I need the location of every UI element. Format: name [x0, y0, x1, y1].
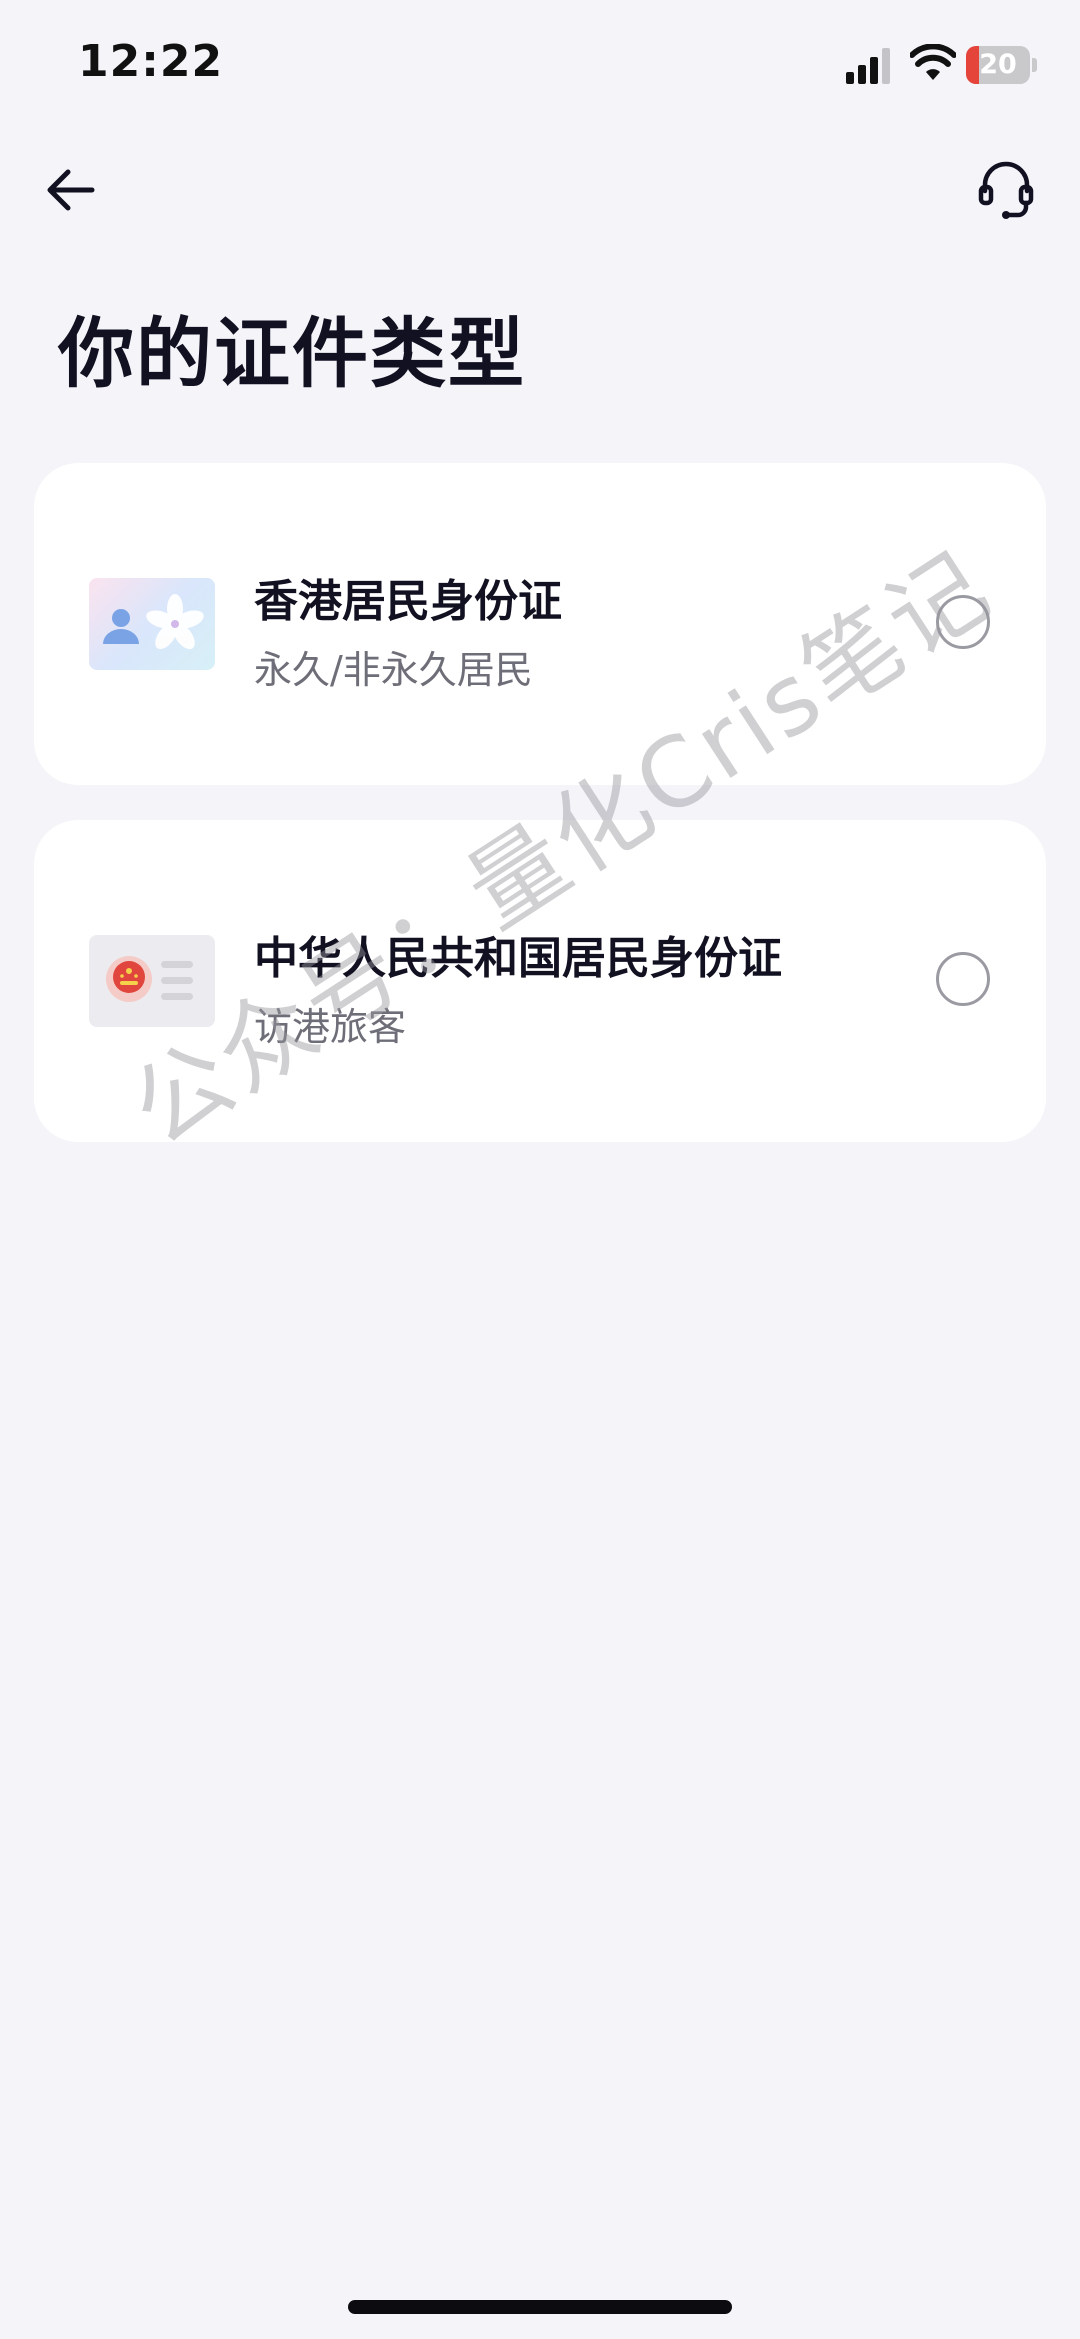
back-button[interactable] [30, 150, 110, 230]
option-title: 香港居民身份证 [254, 576, 562, 627]
id-type-option-hk[interactable]: 香港居民身份证 永久/非永久居民 [34, 463, 1046, 785]
customer-support-button[interactable] [966, 150, 1046, 230]
home-indicator [348, 2300, 732, 2314]
radio-button[interactable] [936, 595, 990, 649]
page-title: 你的证件类型 [58, 309, 526, 398]
wifi-icon [910, 44, 956, 80]
headset-icon [978, 161, 1034, 219]
option-subtitle: 永久/非永久居民 [254, 648, 533, 692]
status-time: 12:22 [78, 36, 224, 87]
prc-id-card-icon [89, 935, 215, 1027]
option-subtitle: 访港旅客 [254, 1005, 407, 1049]
battery-body: 20 [966, 46, 1030, 84]
radio-button[interactable] [936, 952, 990, 1006]
arrow-left-icon [47, 169, 95, 211]
battery-tip [1032, 58, 1037, 72]
hk-id-card-icon [89, 578, 215, 670]
status-bar: 12:22 20 [0, 0, 1080, 130]
option-title: 中华人民共和国居民身份证 [254, 933, 782, 984]
id-type-option-prc[interactable]: 中华人民共和国居民身份证 访港旅客 [34, 820, 1046, 1142]
cellular-signal-icon [846, 48, 890, 84]
battery-indicator: 20 [966, 46, 1038, 84]
battery-level: 20 [979, 49, 1017, 80]
